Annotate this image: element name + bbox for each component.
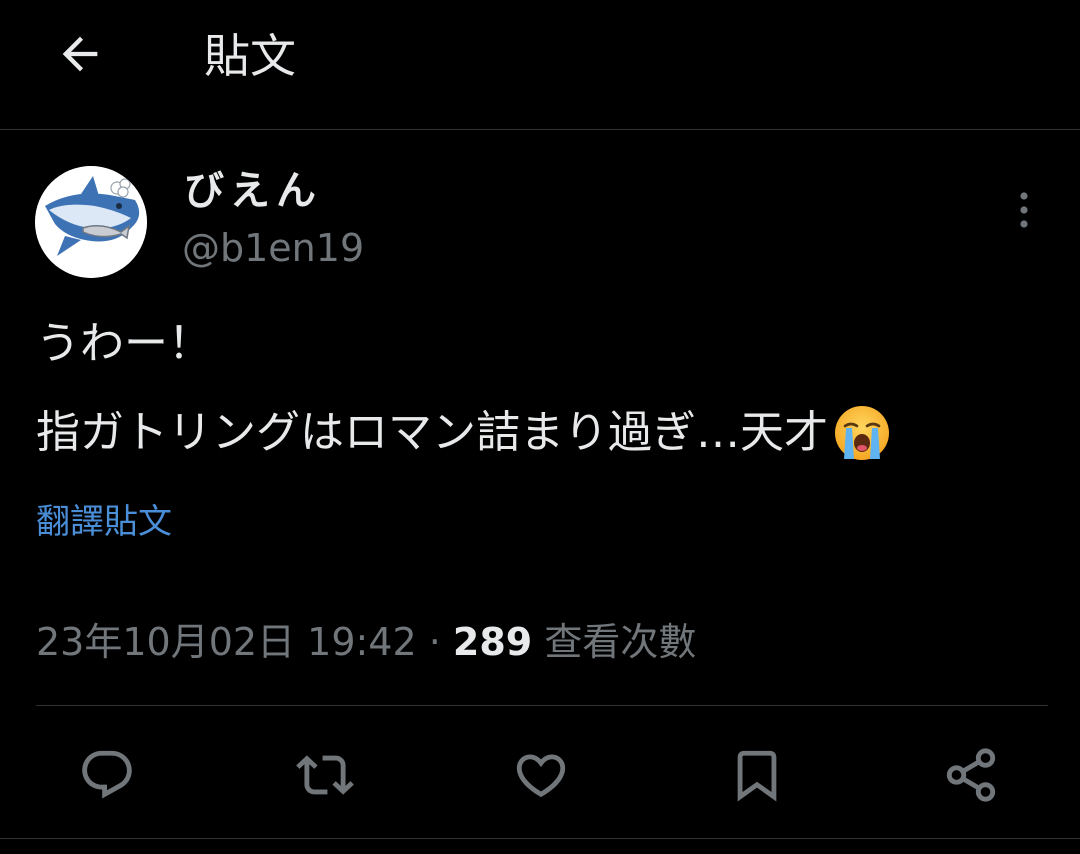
more-options-button[interactable] — [1004, 190, 1044, 230]
tweet-text-line-2: 指ガトリングはロマン詰まり過ぎ…天才 — [36, 403, 892, 463]
retweet-button[interactable] — [290, 740, 360, 810]
timestamp[interactable]: 23年10月02日 19:42 — [36, 620, 417, 664]
like-button[interactable] — [506, 740, 576, 810]
shark-avatar-icon — [35, 166, 147, 278]
view-count-label: 查看次數 — [532, 620, 697, 664]
bottom-divider — [0, 838, 1080, 839]
loudly-crying-face-emoji — [835, 406, 889, 460]
top-bar: 貼文 — [0, 0, 1080, 130]
reply-button[interactable] — [72, 740, 142, 810]
action-bar — [0, 740, 1080, 810]
share-icon — [946, 748, 996, 802]
back-button[interactable] — [48, 22, 112, 86]
tweet-meta: 23年10月02日 19:42 · 289 查看次數 — [36, 616, 696, 668]
arrow-left-icon — [62, 36, 98, 72]
bookmark-button[interactable] — [722, 740, 792, 810]
bookmark-icon — [737, 750, 777, 802]
divider — [36, 705, 1048, 706]
author-handle[interactable]: @b1en19 — [182, 224, 364, 272]
avatar[interactable] — [35, 166, 147, 278]
retweet-icon — [296, 755, 354, 795]
page-title: 貼文 — [204, 29, 296, 83]
share-button[interactable] — [936, 740, 1006, 810]
meta-separator: · — [416, 620, 453, 664]
heart-icon — [516, 754, 566, 798]
more-vertical-icon — [1020, 192, 1028, 228]
tweet-text-line-2-text: 指ガトリングはロマン詰まり過ぎ…天才 — [36, 407, 828, 458]
view-count: 289 — [452, 620, 533, 664]
tweet-text-line-1: うわー！ — [36, 318, 212, 369]
translate-post-link[interactable]: 翻譯貼文 — [36, 500, 172, 544]
author-display-name[interactable]: びえん — [184, 166, 322, 216]
reply-icon — [82, 750, 132, 799]
